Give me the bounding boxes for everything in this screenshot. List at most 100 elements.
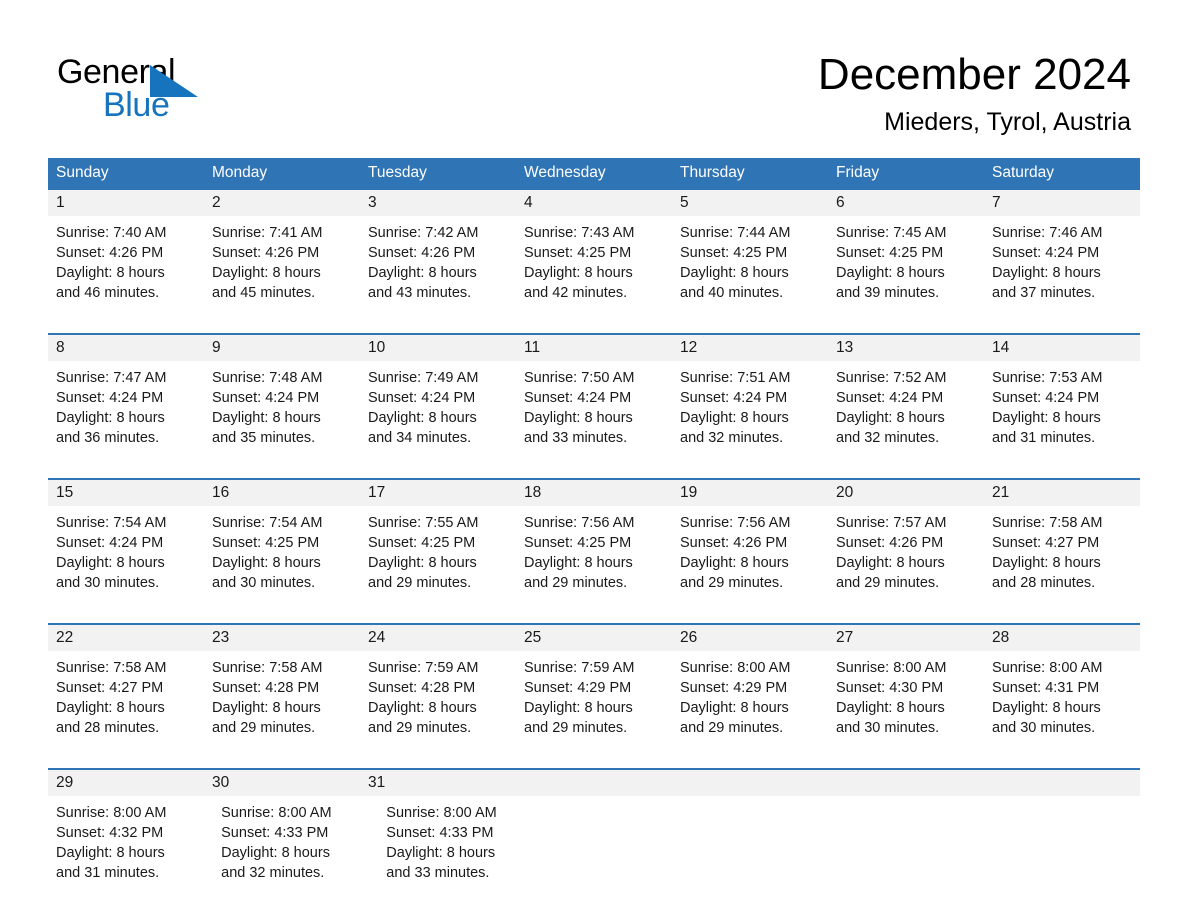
sunset-text: Sunset: 4:25 PM (836, 245, 944, 261)
sunrise-text: Sunrise: 8:00 AM (221, 805, 332, 821)
day-number[interactable]: 18 (516, 480, 672, 506)
weekday-header-monday: Monday (212, 164, 268, 181)
day-cell: Sunrise: 7:55 AM Sunset: 4:25 PM Dayligh… (360, 506, 516, 613)
daylight-text-line2: and 29 minutes. (524, 720, 628, 736)
day-number[interactable]: 31 (360, 770, 516, 796)
sunset-text: Sunset: 4:24 PM (56, 390, 164, 406)
logo-text-blue: Blue (103, 86, 170, 124)
sunset-text: Sunset: 4:25 PM (680, 245, 788, 261)
day-number[interactable]: 15 (48, 480, 204, 506)
day-cell: Sunrise: 7:53 AM Sunset: 4:24 PM Dayligh… (984, 361, 1140, 468)
sunset-text: Sunset: 4:28 PM (212, 680, 320, 696)
day-number[interactable]: 23 (204, 625, 360, 651)
daylight-text-line1: Daylight: 8 hours (836, 410, 945, 426)
sunrise-text: Sunrise: 8:00 AM (992, 660, 1103, 676)
daylight-text-line1: Daylight: 8 hours (56, 700, 165, 716)
row-spacer (48, 758, 1140, 768)
daylight-text-line2: and 33 minutes. (524, 430, 628, 446)
daylight-text-line2: and 32 minutes. (836, 430, 940, 446)
daylight-text-line1: Daylight: 8 hours (56, 555, 165, 571)
weekday-header-thursday: Thursday (680, 164, 745, 181)
day-number[interactable]: 13 (828, 335, 984, 361)
day-number[interactable]: 22 (48, 625, 204, 651)
daylight-text-line2: and 43 minutes. (368, 285, 472, 301)
day-number[interactable]: 1 (48, 190, 204, 216)
day-number[interactable]: 3 (360, 190, 516, 216)
sunset-text: Sunset: 4:24 PM (992, 245, 1100, 261)
day-number[interactable]: 29 (48, 770, 204, 796)
day-number[interactable]: 2 (204, 190, 360, 216)
day-number[interactable]: 27 (828, 625, 984, 651)
daylight-text-line2: and 31 minutes. (56, 865, 160, 881)
day-cell: Sunrise: 7:48 AM Sunset: 4:24 PM Dayligh… (204, 361, 360, 468)
daylight-text-line2: and 28 minutes. (56, 720, 160, 736)
day-cell-empty (991, 796, 1140, 903)
day-number[interactable]: 25 (516, 625, 672, 651)
sunrise-text: Sunrise: 7:59 AM (524, 660, 635, 676)
day-cell: Sunrise: 8:00 AM Sunset: 4:32 PM Dayligh… (48, 796, 213, 903)
daylight-text-line2: and 29 minutes. (368, 720, 472, 736)
page-title: December 2024 (817, 50, 1131, 99)
sunrise-text: Sunrise: 7:47 AM (56, 370, 167, 386)
daylight-text-line2: and 29 minutes. (368, 575, 472, 591)
day-number[interactable]: 21 (984, 480, 1140, 506)
daylight-text-line2: and 30 minutes. (836, 720, 940, 736)
daylight-text-line1: Daylight: 8 hours (524, 265, 633, 281)
sunrise-text: Sunrise: 7:43 AM (524, 225, 635, 241)
day-cell: Sunrise: 7:59 AM Sunset: 4:29 PM Dayligh… (516, 651, 672, 758)
day-cell: Sunrise: 7:49 AM Sunset: 4:24 PM Dayligh… (360, 361, 516, 468)
day-cell: Sunrise: 7:41 AM Sunset: 4:26 PM Dayligh… (204, 216, 360, 323)
daylight-text-line1: Daylight: 8 hours (680, 700, 789, 716)
sunrise-text: Sunrise: 7:46 AM (992, 225, 1103, 241)
day-number[interactable]: 5 (672, 190, 828, 216)
sunset-text: Sunset: 4:25 PM (368, 535, 476, 551)
row-spacer (48, 323, 1140, 333)
day-number[interactable]: 26 (672, 625, 828, 651)
sunrise-text: Sunrise: 7:59 AM (368, 660, 479, 676)
daylight-text-line1: Daylight: 8 hours (836, 700, 945, 716)
day-cell: Sunrise: 7:54 AM Sunset: 4:24 PM Dayligh… (48, 506, 204, 613)
daylight-text-line2: and 29 minutes. (212, 720, 316, 736)
day-number[interactable]: 11 (516, 335, 672, 361)
week-row: 22 23 24 25 26 27 28 Sunrise: 7:58 AM Su… (48, 623, 1140, 758)
day-number[interactable]: 19 (672, 480, 828, 506)
generalblue-logo[interactable]: General Blue (57, 52, 297, 124)
day-number[interactable]: 10 (360, 335, 516, 361)
daylight-text-line1: Daylight: 8 hours (56, 845, 165, 861)
daylight-text-line1: Daylight: 8 hours (680, 555, 789, 571)
day-number[interactable]: 30 (204, 770, 360, 796)
day-number[interactable]: 14 (984, 335, 1140, 361)
daylight-text-line1: Daylight: 8 hours (212, 265, 321, 281)
day-number[interactable]: 16 (204, 480, 360, 506)
sunrise-text: Sunrise: 7:41 AM (212, 225, 323, 241)
day-number[interactable]: 8 (48, 335, 204, 361)
day-info-band: Sunrise: 7:54 AM Sunset: 4:24 PM Dayligh… (48, 506, 1140, 613)
sunset-text: Sunset: 4:33 PM (386, 825, 494, 841)
daylight-text-line1: Daylight: 8 hours (368, 410, 477, 426)
day-number[interactable]: 20 (828, 480, 984, 506)
day-cell: Sunrise: 7:58 AM Sunset: 4:28 PM Dayligh… (204, 651, 360, 758)
day-cell: Sunrise: 7:50 AM Sunset: 4:24 PM Dayligh… (516, 361, 672, 468)
sunrise-text: Sunrise: 8:00 AM (56, 805, 167, 821)
sunset-text: Sunset: 4:26 PM (56, 245, 164, 261)
day-number[interactable]: 28 (984, 625, 1140, 651)
week-row: 15 16 17 18 19 20 21 Sunrise: 7:54 AM Su… (48, 478, 1140, 613)
day-cell: Sunrise: 7:42 AM Sunset: 4:26 PM Dayligh… (360, 216, 516, 323)
day-number[interactable]: 6 (828, 190, 984, 216)
day-number[interactable]: 9 (204, 335, 360, 361)
day-number[interactable]: 12 (672, 335, 828, 361)
day-number-empty (828, 770, 984, 796)
weekday-header-wednesday: Wednesday (524, 164, 606, 181)
day-cell: Sunrise: 7:52 AM Sunset: 4:24 PM Dayligh… (828, 361, 984, 468)
day-cell: Sunrise: 8:00 AM Sunset: 4:31 PM Dayligh… (984, 651, 1140, 758)
page-header: General Blue December 2024 Mieders, Tyro… (0, 0, 1188, 150)
day-number[interactable]: 7 (984, 190, 1140, 216)
day-number[interactable]: 4 (516, 190, 672, 216)
sunrise-text: Sunrise: 8:00 AM (836, 660, 947, 676)
day-cell: Sunrise: 7:57 AM Sunset: 4:26 PM Dayligh… (828, 506, 984, 613)
day-number[interactable]: 17 (360, 480, 516, 506)
week-row: 8 9 10 11 12 13 14 Sunrise: 7:47 AM Suns… (48, 333, 1140, 468)
day-number[interactable]: 24 (360, 625, 516, 651)
date-number-band: 15 16 17 18 19 20 21 (48, 480, 1140, 506)
weekday-header-sunday: Sunday (56, 164, 109, 181)
